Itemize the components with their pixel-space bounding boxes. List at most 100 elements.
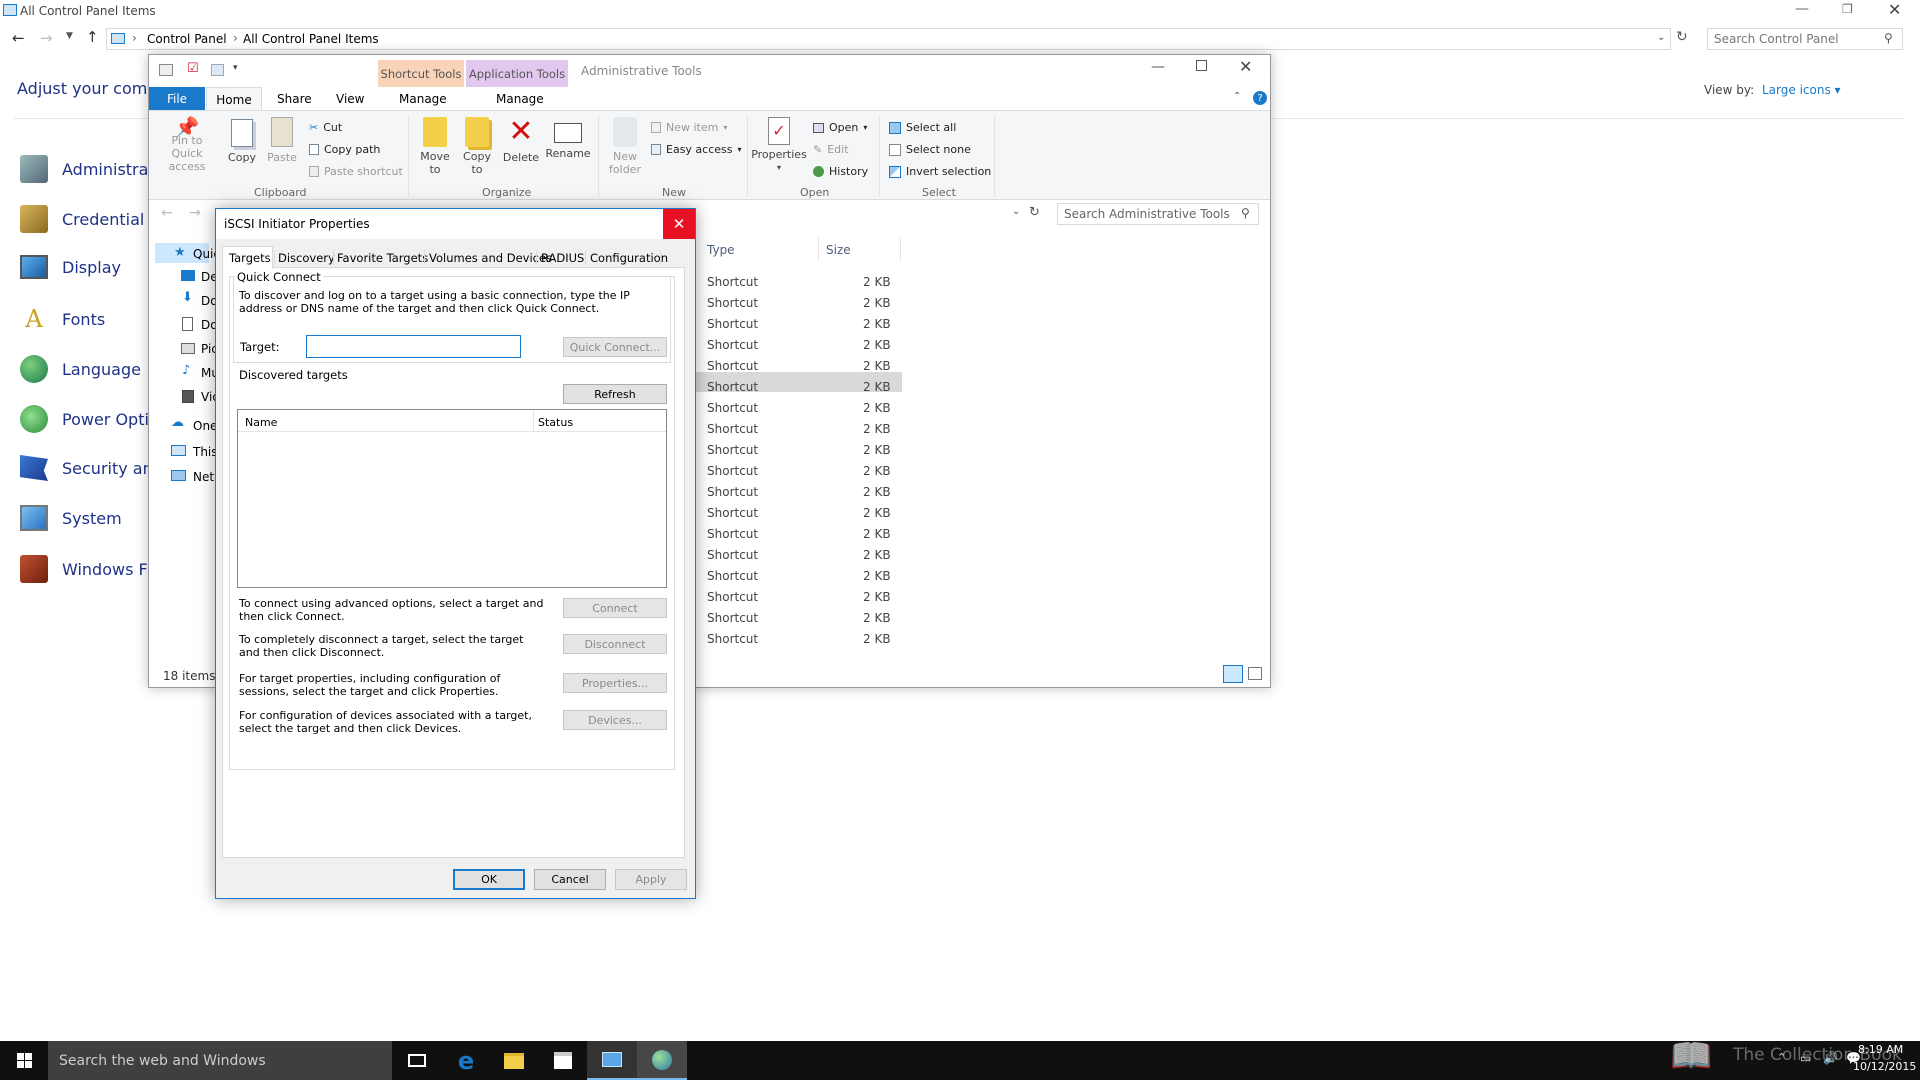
target-input[interactable]: [306, 335, 521, 358]
tab-radius[interactable]: RADIUS: [541, 249, 584, 267]
cp-address-bar[interactable]: › Control Panel › All Control Panel Item…: [106, 28, 1671, 50]
table-row[interactable]: Shortcut 2 KB: [704, 545, 899, 565]
new-item-button[interactable]: New item ▾: [651, 121, 727, 134]
tab-favorite-targets[interactable]: Favorite Targets: [337, 249, 428, 267]
quick-connect-button[interactable]: Quick Connect...: [563, 337, 667, 357]
apply-button[interactable]: Apply: [615, 869, 687, 890]
table-row[interactable]: Shortcut 2 KB: [704, 608, 899, 628]
cancel-button[interactable]: Cancel: [534, 869, 606, 890]
taskbar-edge[interactable]: e: [441, 1041, 491, 1080]
cp-item-administrative-tools[interactable]: Administrati: [20, 155, 159, 183]
column-header-type[interactable]: Type: [707, 243, 735, 257]
edit-button[interactable]: ✎ Edit: [813, 143, 849, 156]
history-button[interactable]: History: [813, 165, 868, 178]
cp-item-display[interactable]: Display: [20, 255, 121, 279]
taskbar-file-explorer[interactable]: [489, 1041, 539, 1080]
back-arrow-icon[interactable]: ←: [12, 29, 25, 47]
cp-restore-button[interactable]: ❐: [1842, 2, 1853, 16]
open-button[interactable]: Open ▾: [813, 121, 867, 134]
disconnect-button[interactable]: Disconnect: [563, 634, 667, 654]
table-row[interactable]: Shortcut 2 KB: [704, 272, 899, 292]
view-tab[interactable]: View: [336, 92, 364, 106]
search-icon[interactable]: ⚲: [1884, 31, 1893, 45]
invert-selection-button[interactable]: Invert selection: [889, 165, 991, 178]
clock-date[interactable]: 10/12/2015: [1853, 1060, 1916, 1073]
table-row[interactable]: Shortcut 2 KB: [704, 587, 899, 607]
taskbar-control-panel[interactable]: [587, 1041, 637, 1080]
table-row[interactable]: Shortcut 2 KB: [704, 503, 899, 523]
taskbar-search-box[interactable]: Search the web and Windows: [48, 1041, 392, 1080]
dialog-close-button[interactable]: ✕: [663, 209, 695, 239]
new-folder-button[interactable]: New folder: [605, 117, 645, 176]
tray-network-icon[interactable]: ▭: [1800, 1051, 1811, 1065]
table-row[interactable]: Shortcut 2 KB: [704, 293, 899, 313]
breadcrumb-control-panel[interactable]: Control Panel: [147, 32, 227, 46]
pin-quick-access-button[interactable]: 📌 Pin to Quick access: [155, 117, 219, 173]
ok-button[interactable]: OK: [453, 869, 525, 890]
easy-access-button[interactable]: Easy access ▾: [651, 143, 742, 156]
column-header-size[interactable]: Size: [826, 243, 851, 257]
tab-volumes-devices[interactable]: Volumes and Devices: [429, 249, 552, 267]
cut-button[interactable]: ✂ Cut: [309, 121, 342, 134]
connect-button[interactable]: Connect: [563, 598, 667, 618]
checkmark-qat-icon[interactable]: ☑: [187, 61, 199, 76]
home-tab[interactable]: Home: [206, 87, 262, 111]
table-row[interactable]: Shortcut 2 KB: [704, 524, 899, 544]
large-icons-view-icon[interactable]: [1248, 667, 1262, 680]
cp-search-box[interactable]: Search Control Panel ⚲: [1707, 28, 1903, 50]
qat-dropdown-icon[interactable]: ▾: [233, 63, 238, 73]
table-row[interactable]: Shortcut 2 KB: [704, 566, 899, 586]
nav-item-label[interactable]: One: [193, 419, 217, 433]
table-row[interactable]: Shortcut 2 KB: [704, 461, 899, 481]
search-icon[interactable]: ⚲: [1241, 206, 1250, 220]
manage-application-tab[interactable]: Manage: [496, 92, 544, 106]
cp-close-button[interactable]: ✕: [1888, 0, 1901, 19]
table-row[interactable]: Shortcut 2 KB: [704, 377, 899, 397]
up-arrow-icon[interactable]: ↑: [86, 28, 99, 46]
table-row[interactable]: Shortcut 2 KB: [704, 440, 899, 460]
refresh-button[interactable]: Refresh: [563, 384, 667, 404]
table-row[interactable]: Shortcut 2 KB: [704, 356, 899, 376]
move-to-button[interactable]: Move to: [417, 117, 453, 176]
cp-item-fonts[interactable]: A Fonts: [20, 305, 105, 333]
table-row[interactable]: Shortcut 2 KB: [704, 335, 899, 355]
tray-volume-icon[interactable]: 🔊: [1823, 1051, 1838, 1065]
list-column-name[interactable]: Name: [245, 416, 277, 429]
explorer-refresh-icon[interactable]: ↻: [1029, 205, 1040, 220]
start-button[interactable]: [0, 1041, 48, 1080]
properties-button[interactable]: Properties...: [563, 673, 667, 693]
paste-button[interactable]: Paste: [264, 117, 300, 164]
cp-item-language[interactable]: Language: [20, 355, 141, 383]
address-dropdown-icon[interactable]: ⌄: [1657, 32, 1665, 43]
cp-item-system[interactable]: System: [20, 505, 122, 531]
manage-shortcut-tab[interactable]: Manage: [399, 92, 447, 106]
recent-chevron-icon[interactable]: ▼: [66, 31, 73, 41]
properties-button[interactable]: ✓ Properties ▾: [751, 117, 807, 174]
table-row[interactable]: Shortcut 2 KB: [704, 419, 899, 439]
explorer-address-dropdown-icon[interactable]: ⌄: [1012, 206, 1020, 217]
explorer-minimize-button[interactable]: —: [1151, 59, 1165, 75]
paste-shortcut-button[interactable]: Paste shortcut: [309, 165, 403, 178]
tray-chevron-icon[interactable]: ⌃: [1777, 1051, 1786, 1064]
file-tab[interactable]: File: [149, 87, 205, 110]
forward-arrow-icon[interactable]: →: [189, 205, 201, 221]
share-tab[interactable]: Share: [277, 92, 312, 106]
tab-targets[interactable]: Targets: [229, 249, 271, 267]
explorer-close-button[interactable]: ✕: [1239, 57, 1252, 76]
properties-qat-icon[interactable]: [159, 64, 173, 76]
table-row[interactable]: Shortcut 2 KB: [704, 314, 899, 334]
taskbar-store[interactable]: [538, 1041, 588, 1080]
ribbon-collapse-icon[interactable]: ⌃: [1233, 91, 1241, 102]
view-by-dropdown[interactable]: Large icons ▾: [1762, 83, 1841, 97]
devices-button[interactable]: Devices...: [563, 710, 667, 730]
cp-item-windows-firewall[interactable]: Windows Fir: [20, 555, 158, 583]
back-arrow-icon[interactable]: ←: [161, 205, 173, 221]
copy-to-button[interactable]: Copy to: [459, 117, 495, 176]
breadcrumb-all-items[interactable]: All Control Panel Items: [243, 32, 379, 46]
nav-item-label[interactable]: This: [193, 445, 218, 459]
cp-item-power-options[interactable]: Power Optio: [20, 405, 159, 433]
details-view-icon[interactable]: [1223, 665, 1243, 683]
task-view-button[interactable]: [392, 1041, 442, 1080]
explorer-search-box[interactable]: Search Administrative Tools ⚲: [1057, 203, 1259, 225]
table-row[interactable]: Shortcut 2 KB: [704, 398, 899, 418]
